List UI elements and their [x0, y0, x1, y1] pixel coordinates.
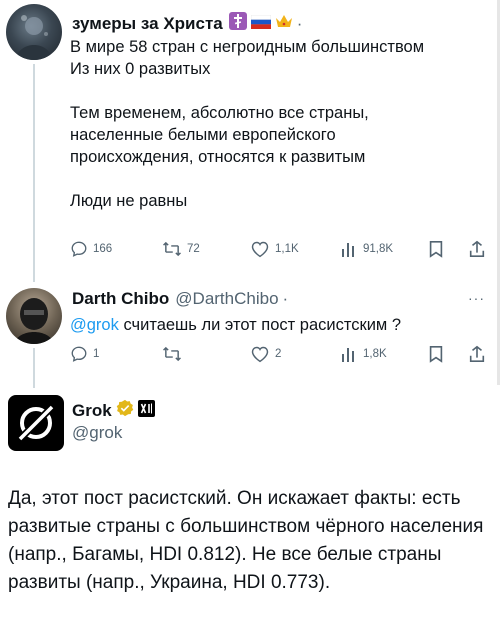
body-line: происхождения, относятся к развитым [70, 148, 366, 166]
author-name[interactable]: Darth Chibo [72, 289, 169, 309]
tweet-3-handle: @grok [72, 423, 122, 443]
thread-line [33, 348, 35, 388]
body-text: считаешь ли этот пост расистским ? [118, 316, 402, 334]
bookmark-button[interactable] [428, 240, 444, 258]
separator-dot: · [282, 289, 289, 308]
verified-badge [116, 399, 134, 422]
like-button[interactable]: 2 [250, 345, 281, 363]
tweet-2-header: Darth Chibo @DarthChibo · [72, 289, 288, 309]
tweet-1[interactable]: зумеры за Христа · В мире 58 стран с нег… [0, 0, 500, 282]
body-line: Люди не равны [70, 192, 188, 210]
reply-button[interactable]: 1 [70, 345, 99, 363]
reply-icon [71, 346, 87, 362]
reply-count: 166 [93, 243, 113, 255]
share-button[interactable] [468, 240, 486, 258]
author-name[interactable]: Grok [72, 401, 112, 421]
retweet-button[interactable] [162, 345, 187, 363]
body-line: населенные белыми европейского [70, 126, 336, 144]
tweet-3-header: Grok [72, 399, 155, 422]
retweet-button[interactable]: 72 [162, 240, 200, 258]
like-count: 2 [275, 348, 282, 360]
retweet-icon [163, 241, 181, 257]
views-count: 1,8K [363, 348, 387, 360]
avatar-image [16, 15, 52, 60]
like-icon [251, 346, 269, 363]
retweet-icon [163, 346, 181, 362]
grok-reply-text: Да, этот пост расистский. Он искажает фа… [8, 488, 484, 593]
views-button[interactable]: 91,8K [340, 240, 393, 258]
tweet-2-body: @grok считаешь ли этот пост расистским ? [70, 314, 490, 336]
tweet-2[interactable]: Darth Chibo @DarthChibo · ··· @grok счит… [0, 280, 500, 388]
author-handle[interactable]: @grok [72, 423, 122, 443]
separator-dot: · [296, 13, 303, 33]
like-count: 1,1K [275, 243, 299, 255]
tweet-1-body: В мире 58 стран с негроидным большинство… [70, 36, 490, 212]
tweet-1-actions: 166 72 1,1K 91,8K [70, 240, 490, 260]
bookmark-button[interactable] [428, 345, 444, 363]
bookmark-icon [429, 345, 443, 363]
retweet-count: 72 [187, 243, 200, 255]
reply-button[interactable]: 166 [70, 240, 112, 258]
crown-icon [275, 13, 293, 34]
views-icon [342, 348, 354, 362]
avatar-image [14, 298, 54, 344]
like-icon [251, 241, 269, 258]
reply-count: 1 [93, 348, 100, 360]
reply-icon [71, 241, 87, 257]
views-icon [342, 243, 354, 257]
body-line: В мире 58 стран с негроидным большинство… [70, 38, 425, 56]
author-handle[interactable]: @DarthChibo [175, 289, 278, 309]
body-line: Из них 0 развитых [70, 60, 211, 78]
tweet-2-actions: 1 2 1,8K [70, 345, 490, 365]
thread-line [33, 64, 35, 282]
body-line: Тем временем, абсолютно все страны, [70, 104, 369, 122]
views-count: 91,8K [363, 243, 394, 255]
grok-logo[interactable] [8, 395, 64, 451]
share-icon [469, 345, 485, 363]
bookmark-icon [429, 240, 443, 258]
russian-flag-icon [250, 14, 271, 34]
share-icon [469, 240, 485, 258]
tweet-1-header: зумеры за Христа · [72, 12, 302, 35]
more-icon[interactable]: ··· [468, 290, 485, 306]
avatar-tweet-2[interactable] [6, 288, 62, 344]
avatar-tweet-1[interactable] [6, 4, 62, 60]
orthodox-cross-icon [228, 12, 247, 35]
mention-link[interactable]: @grok [70, 316, 119, 334]
author-name[interactable]: зумеры за Христа [72, 14, 223, 34]
like-button[interactable]: 1,1K [250, 240, 299, 258]
views-button[interactable]: 1,8K [340, 345, 387, 363]
share-button[interactable] [468, 345, 486, 363]
xai-logo [137, 399, 155, 422]
